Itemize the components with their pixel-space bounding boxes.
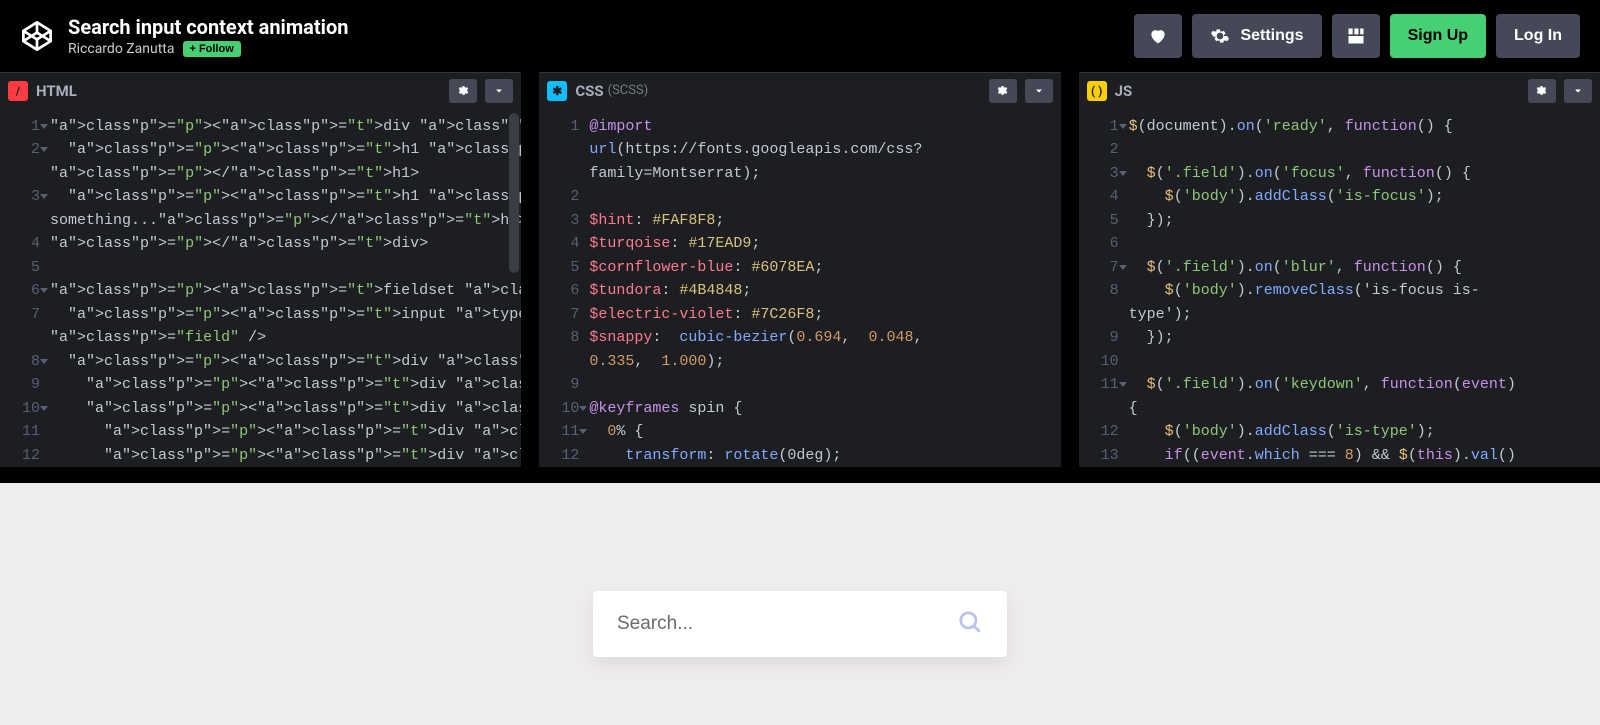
gear-icon bbox=[457, 84, 470, 97]
gutter-js: 12345678910111213 bbox=[1079, 115, 1129, 468]
editor-collapse-button[interactable] bbox=[485, 79, 513, 103]
codepen-logo-icon[interactable] bbox=[20, 19, 54, 53]
html-badge-icon: / bbox=[8, 81, 28, 101]
layout-icon bbox=[1346, 26, 1366, 46]
chevron-down-icon bbox=[1033, 85, 1045, 97]
code-area-js[interactable]: 12345678910111213 $(document).on('ready'… bbox=[1079, 109, 1600, 468]
chevron-down-icon bbox=[1572, 85, 1584, 97]
signup-button[interactable]: Sign Up bbox=[1390, 14, 1486, 58]
app-header: Search input context animation Riccardo … bbox=[0, 0, 1600, 72]
gutter-html: 123456789101112 bbox=[0, 115, 50, 468]
output-panel bbox=[0, 467, 1600, 725]
editor-collapse-button[interactable] bbox=[1025, 79, 1053, 103]
editor-css: ✱ CSS (SCSS) 123456789101112 @importurl(… bbox=[539, 72, 1060, 467]
code-css[interactable]: @importurl(https://fonts.googleapis.com/… bbox=[589, 115, 1060, 468]
pen-title-block: Search input context animation Riccardo … bbox=[68, 15, 1120, 57]
editor-settings-button[interactable] bbox=[449, 79, 477, 103]
editors-row: / HTML 123456789101112 "a">class"p">="p"… bbox=[0, 72, 1600, 467]
follow-button[interactable]: + Follow bbox=[183, 41, 241, 57]
code-js[interactable]: $(document).on('ready', function() { $('… bbox=[1129, 115, 1600, 468]
editor-lang-label: HTML bbox=[36, 82, 77, 100]
gear-icon bbox=[1535, 84, 1548, 97]
pen-title: Search input context animation bbox=[68, 15, 1120, 39]
editor-lang-sub: (SCSS) bbox=[608, 83, 649, 98]
search-icon[interactable] bbox=[957, 609, 983, 639]
editor-settings-button[interactable] bbox=[1528, 79, 1556, 103]
code-area-css[interactable]: 123456789101112 @importurl(https://fonts… bbox=[539, 109, 1060, 468]
plus-icon: + bbox=[190, 43, 196, 55]
heart-icon bbox=[1148, 26, 1168, 46]
css-badge-icon: ✱ bbox=[547, 81, 567, 101]
header-actions: Settings Sign Up Log In bbox=[1134, 14, 1580, 58]
settings-button[interactable]: Settings bbox=[1192, 14, 1321, 58]
editor-lang-label: CSS bbox=[575, 82, 603, 100]
editor-collapse-button[interactable] bbox=[1564, 79, 1592, 103]
editor-html: / HTML 123456789101112 "a">class"p">="p"… bbox=[0, 72, 521, 467]
js-badge-icon: ( ) bbox=[1087, 81, 1107, 101]
editor-settings-button[interactable] bbox=[989, 79, 1017, 103]
gear-icon bbox=[996, 84, 1009, 97]
gear-icon bbox=[1210, 26, 1230, 46]
editor-js: ( ) JS 12345678910111213 $(document).on(… bbox=[1079, 72, 1600, 467]
love-button[interactable] bbox=[1134, 14, 1182, 58]
search-input[interactable] bbox=[617, 613, 957, 635]
editor-header-css: ✱ CSS (SCSS) bbox=[539, 73, 1060, 109]
view-switch-button[interactable] bbox=[1332, 14, 1380, 58]
scrollbar[interactable] bbox=[509, 113, 519, 273]
login-button[interactable]: Log In bbox=[1496, 14, 1580, 58]
code-area-html[interactable]: 123456789101112 "a">class"p">="p"><"a">c… bbox=[0, 109, 521, 468]
search-card bbox=[593, 591, 1007, 657]
code-html[interactable]: "a">class"p">="p"><"a">class"p">="t">div… bbox=[50, 115, 521, 468]
editor-lang-label: JS bbox=[1115, 82, 1133, 100]
editor-header-html: / HTML bbox=[0, 73, 521, 109]
editor-header-js: ( ) JS bbox=[1079, 73, 1600, 109]
gutter-css: 123456789101112 bbox=[539, 115, 589, 468]
chevron-down-icon bbox=[493, 85, 505, 97]
pen-author[interactable]: Riccardo Zanutta bbox=[68, 41, 175, 57]
